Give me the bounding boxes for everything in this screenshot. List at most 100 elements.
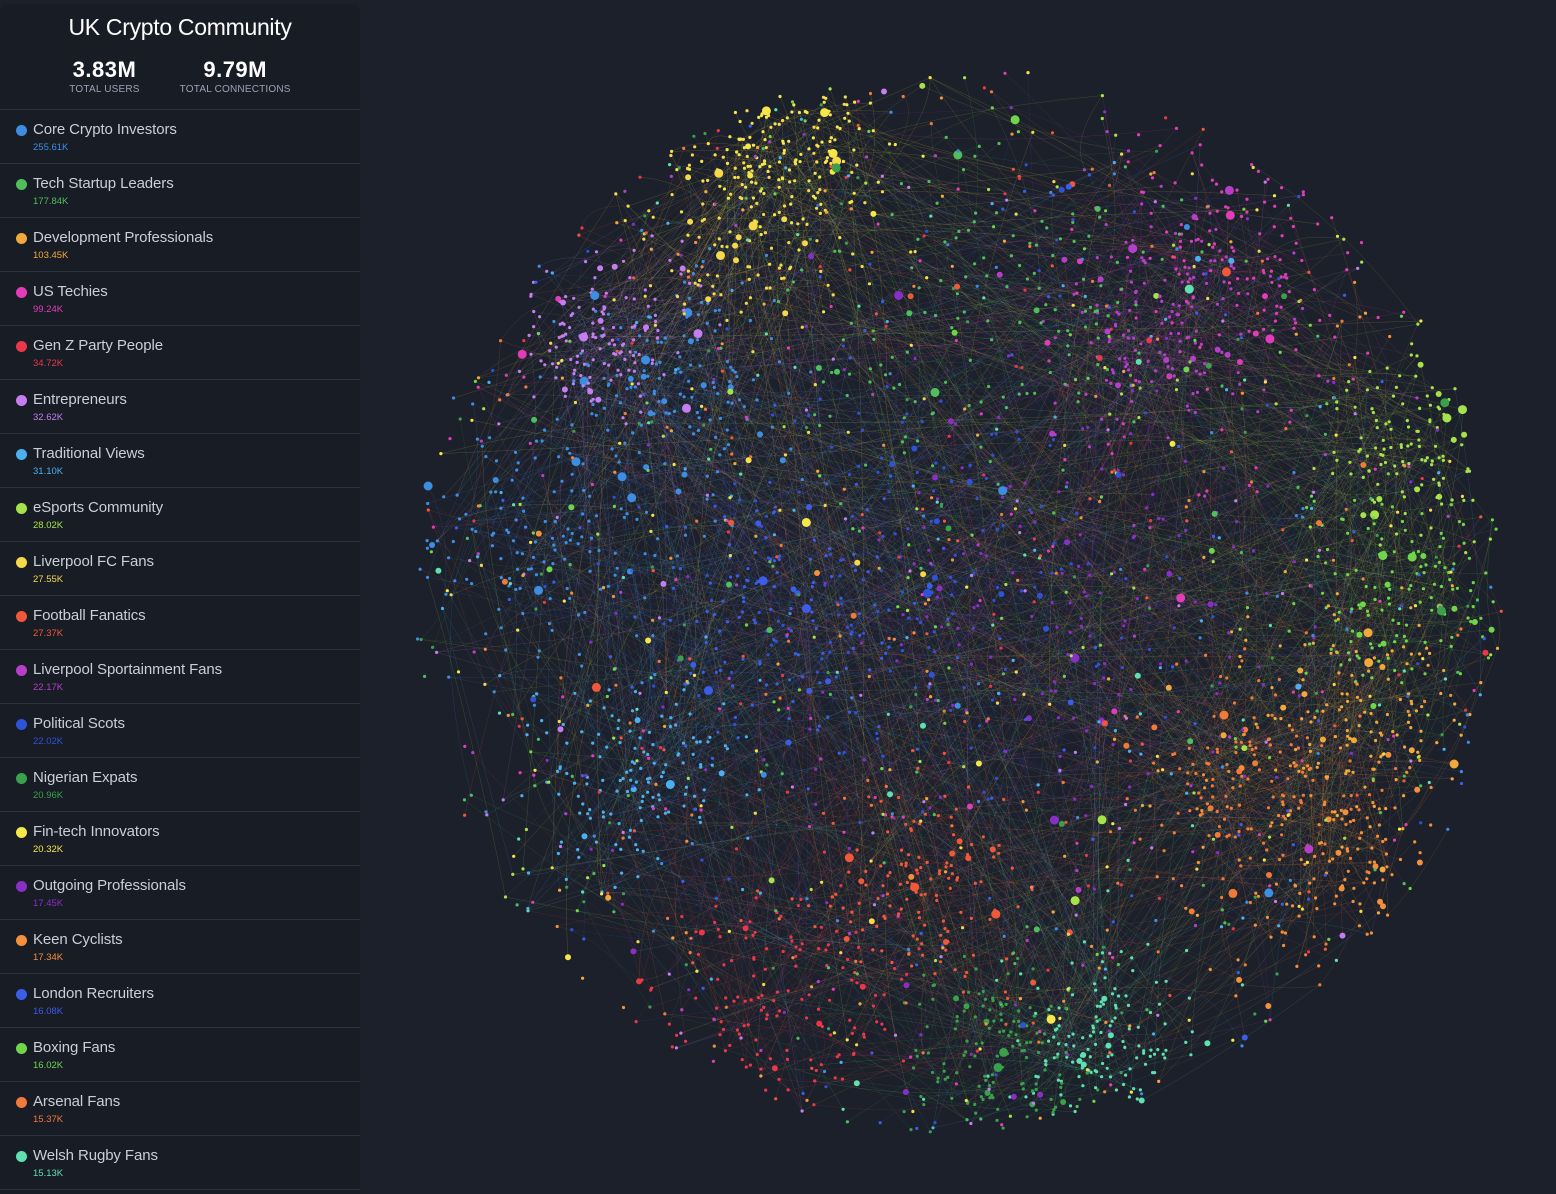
graph-node[interactable] [1111,822,1115,826]
graph-node[interactable] [610,848,615,853]
graph-node[interactable] [607,342,611,346]
graph-node[interactable] [761,106,771,116]
graph-node[interactable] [518,586,522,591]
graph-node[interactable] [879,456,884,460]
graph-node[interactable] [1058,768,1062,773]
graph-node[interactable] [1398,697,1402,702]
graph-node[interactable] [962,954,967,959]
graph-node[interactable] [636,875,640,879]
graph-node[interactable] [1340,319,1344,323]
graph-node[interactable] [1379,755,1383,759]
graph-node[interactable] [1388,587,1392,592]
graph-node[interactable] [682,403,691,413]
graph-node[interactable] [1455,586,1459,590]
graph-node[interactable] [762,1005,766,1010]
graph-node[interactable] [1157,516,1161,521]
graph-node[interactable] [880,949,884,953]
graph-node[interactable] [923,602,928,606]
graph-node[interactable] [1268,743,1272,747]
graph-node[interactable] [595,396,602,403]
graph-node[interactable] [1325,547,1330,552]
graph-node[interactable] [1017,176,1022,181]
graph-node[interactable] [1253,923,1257,927]
graph-node[interactable] [1058,1073,1062,1077]
graph-node[interactable] [1124,577,1128,581]
graph-node[interactable] [1234,740,1238,744]
graph-node[interactable] [680,915,684,919]
graph-node[interactable] [819,103,823,107]
graph-node[interactable] [679,272,683,276]
graph-node[interactable] [869,803,873,807]
graph-node[interactable] [1317,823,1321,827]
graph-node[interactable] [662,748,666,752]
graph-node[interactable] [619,238,623,242]
graph-node[interactable] [1051,1110,1055,1114]
graph-node[interactable] [756,145,760,150]
graph-node[interactable] [1236,768,1243,775]
graph-node[interactable] [941,946,945,950]
graph-node[interactable] [1347,380,1351,384]
graph-node[interactable] [653,319,658,324]
graph-node[interactable] [1142,281,1146,285]
graph-node[interactable] [1019,972,1023,976]
graph-node[interactable] [1250,696,1254,700]
graph-node[interactable] [633,324,637,328]
graph-node[interactable] [966,1101,970,1105]
graph-node[interactable] [772,638,776,642]
graph-node[interactable] [1043,1032,1047,1036]
graph-node[interactable] [836,603,840,607]
graph-node[interactable] [799,897,803,902]
graph-node[interactable] [1244,259,1248,263]
graph-node[interactable] [725,327,729,331]
graph-node[interactable] [1324,775,1328,779]
graph-node[interactable] [997,141,1001,146]
graph-node[interactable] [1235,188,1239,192]
graph-node[interactable] [1062,748,1066,752]
graph-node[interactable] [580,349,585,353]
graph-node[interactable] [786,989,790,993]
graph-node[interactable] [1237,291,1241,295]
graph-node[interactable] [781,949,785,954]
graph-node[interactable] [1191,295,1195,299]
graph-node[interactable] [896,914,900,918]
graph-node[interactable] [702,799,706,803]
graph-node[interactable] [1187,408,1191,412]
graph-node[interactable] [735,375,739,379]
graph-node[interactable] [1402,774,1406,778]
graph-node[interactable] [1265,591,1269,595]
graph-node[interactable] [1460,494,1464,498]
graph-node[interactable] [923,310,927,315]
graph-node[interactable] [735,1028,739,1032]
graph-node[interactable] [1257,768,1261,772]
graph-node[interactable] [1036,1075,1040,1079]
graph-node[interactable] [1115,382,1121,389]
graph-node[interactable] [906,310,913,317]
graph-node[interactable] [1407,464,1411,469]
graph-node[interactable] [823,503,827,508]
graph-node[interactable] [484,632,488,636]
graph-node[interactable] [827,1027,831,1031]
graph-node[interactable] [1010,353,1014,357]
graph-node[interactable] [651,743,655,747]
graph-node[interactable] [590,291,600,300]
graph-node[interactable] [939,955,943,959]
graph-node[interactable] [1378,552,1382,556]
graph-node[interactable] [690,387,694,391]
graph-node[interactable] [1071,1060,1075,1064]
graph-node[interactable] [979,445,983,449]
graph-node[interactable] [429,542,436,548]
graph-node[interactable] [1053,401,1057,405]
graph-node[interactable] [539,359,543,363]
graph-node[interactable] [994,776,999,781]
graph-node[interactable] [772,213,777,217]
graph-node[interactable] [663,336,667,340]
graph-node[interactable] [806,504,812,510]
graph-node[interactable] [583,610,587,615]
graph-node[interactable] [1372,804,1376,809]
graph-node[interactable] [681,741,686,745]
graph-node[interactable] [517,837,521,841]
graph-node[interactable] [634,780,638,784]
graph-node[interactable] [851,527,855,531]
graph-node[interactable] [1291,224,1295,229]
graph-node[interactable] [1238,784,1242,788]
